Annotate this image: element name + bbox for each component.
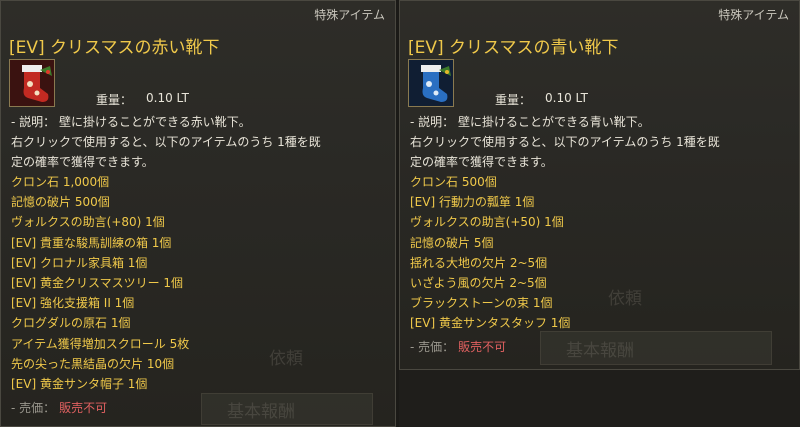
reward-item: いざよう風の欠片 2~5個 <box>410 276 547 291</box>
reward-item: [EV] 貴重な駿馬訓練の箱 1個 <box>11 235 172 250</box>
description-line: - 説明： 壁に掛けることができる赤い靴下。 <box>11 115 251 129</box>
reward-item: クロン石 500個 <box>410 175 497 189</box>
weight-label: 重量： <box>96 93 133 107</box>
tooltip-red-stocking: 依頼 基本報酬 特殊アイテム [EV] クリスマスの赤い靴下 重量： 0.10 … <box>0 0 396 427</box>
reward-item: ヴォルクスの助言(+50) 1個 <box>410 215 564 230</box>
reward-item: 記憶の破片 5個 <box>410 235 494 250</box>
item-category: 特殊アイテム <box>718 8 789 22</box>
description-line: 定の確率で獲得できます。 <box>410 155 553 169</box>
red-christmas-stocking-icon <box>9 59 55 107</box>
background-reward-label: 基本報酬 <box>566 341 634 361</box>
item-title: [EV] クリスマスの青い靴下 <box>408 38 619 58</box>
reward-item: [EV] クロナル家具箱 1個 <box>11 255 148 270</box>
price-label: - 売価： <box>410 340 455 354</box>
reward-item: クログダルの原石 1個 <box>11 316 131 331</box>
background-reward-label: 基本報酬 <box>227 402 295 422</box>
reward-item: [EV] 黄金サンタスタッフ 1個 <box>410 316 571 331</box>
weight-value: 0.10 LT <box>146 91 189 105</box>
weight-value: 0.10 LT <box>545 91 588 105</box>
tooltip-blue-stocking: 依頼 基本報酬 特殊アイテム [EV] クリスマスの青い靴下 重量： 0.10 … <box>399 0 800 370</box>
reward-item: [EV] 黄金サンタ帽子 1個 <box>11 377 148 392</box>
price-label: - 売価： <box>11 401 56 415</box>
price-row: - 売価： 販売不可 <box>410 338 506 355</box>
blue-christmas-stocking-icon <box>408 59 454 107</box>
reward-list: クロン石 500個 [EV] 行動力の瓢箪 1個 ヴォルクスの助言(+50) 1… <box>410 172 570 334</box>
background-request-label: 依頼 <box>608 289 642 309</box>
item-description: - 説明： 壁に掛けることができる赤い靴下。 右クリックで使用すると、以下のアイ… <box>11 112 391 172</box>
reward-item: 記憶の破片 500個 <box>11 195 110 210</box>
price-row: - 売価： 販売不可 <box>11 399 107 416</box>
reward-item: [EV] 黄金クリスマスツリー 1個 <box>11 276 184 291</box>
reward-item: [EV] 行動力の瓢箪 1個 <box>410 195 535 210</box>
reward-item: 揺れる大地の欠片 2~5個 <box>410 255 548 270</box>
background-request-label: 依頼 <box>269 349 303 369</box>
item-category: 特殊アイテム <box>314 8 385 22</box>
weight-label: 重量： <box>495 93 532 107</box>
reward-item: ブラックストーンの束 1個 <box>410 296 553 311</box>
item-title: [EV] クリスマスの赤い靴下 <box>9 38 220 58</box>
description-line: 右クリックで使用すると、以下のアイテムのうち 1種を既 <box>410 135 720 149</box>
item-description: - 説明： 壁に掛けることができる青い靴下。 右クリックで使用すると、以下のアイ… <box>410 112 790 172</box>
description-line: 右クリックで使用すると、以下のアイテムのうち 1種を既 <box>11 135 321 149</box>
background-area <box>399 370 800 427</box>
price-value: 販売不可 <box>59 401 108 415</box>
reward-list: クロン石 1,000個 記憶の破片 500個 ヴォルクスの助言(+80) 1個 … <box>11 172 189 394</box>
reward-item: ヴォルクスの助言(+80) 1個 <box>11 215 165 230</box>
description-line: - 説明： 壁に掛けることができる青い靴下。 <box>410 115 650 129</box>
reward-item: クロン石 1,000個 <box>11 175 110 189</box>
reward-item: 先の尖った黒結晶の欠片 10個 <box>11 356 175 371</box>
reward-item: [EV] 強化支援箱 II 1個 <box>11 296 135 311</box>
reward-item: アイテム獲得増加スクロール 5枚 <box>11 336 190 351</box>
price-value: 販売不可 <box>458 340 507 354</box>
description-line: 定の確率で獲得できます。 <box>11 155 154 169</box>
